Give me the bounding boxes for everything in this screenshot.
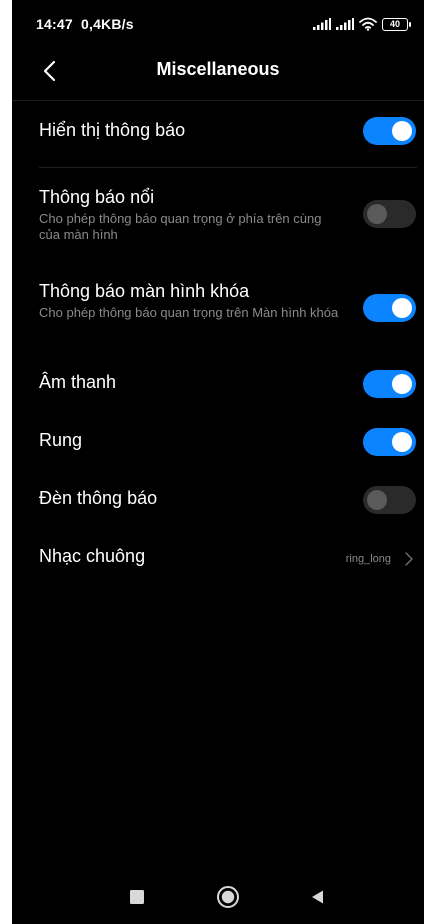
page-title: Miscellaneous xyxy=(156,59,280,79)
setting-row-notification-light[interactable]: Đèn thông báo xyxy=(12,478,424,522)
status-bar: 14:47 0,4KB/s 40 xyxy=(12,0,424,50)
setting-row-sound[interactable]: Âm thanh xyxy=(12,362,424,406)
toggle-knob xyxy=(367,204,387,224)
toggle-knob xyxy=(392,121,412,141)
navigation-bar xyxy=(12,870,424,924)
chevron-right-icon xyxy=(405,552,413,566)
toggle-show-notifications[interactable] xyxy=(363,117,416,145)
setting-subtitle: Cho phép thông báo quan trọng trên Màn h… xyxy=(39,305,339,320)
wifi-icon xyxy=(359,17,377,31)
toggle-knob xyxy=(392,432,412,452)
section-divider xyxy=(39,167,417,168)
toggle-lockscreen-notifications[interactable] xyxy=(363,294,416,322)
back-button[interactable] xyxy=(305,884,331,910)
setting-title: Hiển thị thông báo xyxy=(39,120,186,140)
header-divider xyxy=(12,100,424,101)
status-time: 14:47 0,4KB/s xyxy=(36,16,134,32)
setting-row-ringtone[interactable]: Nhạc chuông ring_long xyxy=(12,536,424,580)
setting-title: Âm thanh xyxy=(39,372,117,392)
setting-row-vibrate[interactable]: Rung xyxy=(12,420,424,464)
signal-icon xyxy=(313,18,331,30)
setting-title: Thông báo màn hình khóa xyxy=(39,281,250,301)
status-clock: 14:47 xyxy=(36,16,73,32)
square-icon xyxy=(130,890,144,904)
app-header: Miscellaneous xyxy=(12,48,424,94)
toggle-knob xyxy=(367,490,387,510)
home-button[interactable] xyxy=(215,884,241,910)
setting-row-show-notifications[interactable]: Hiển thị thông báo xyxy=(12,110,424,154)
setting-subtitle: Cho phép thông báo quan trọng ở phía trê… xyxy=(39,211,322,242)
battery-icon: 40 xyxy=(382,17,411,31)
home-circle-icon xyxy=(217,886,239,908)
toggle-floating-notifications[interactable] xyxy=(363,200,416,228)
toggle-notification-light[interactable] xyxy=(363,486,416,514)
setting-title: Nhạc chuông xyxy=(39,546,146,566)
signal-icon-secondary xyxy=(336,18,354,30)
recent-apps-button[interactable] xyxy=(124,884,150,910)
phone-screen: 14:47 0,4KB/s 40 Miscellaneous Hiển thị … xyxy=(12,0,424,924)
setting-title: Thông báo nổi xyxy=(39,187,155,207)
toggle-sound[interactable] xyxy=(363,370,416,398)
setting-row-floating-notifications[interactable]: Thông báo nổi Cho phép thông báo quan tr… xyxy=(12,180,424,250)
toggle-vibrate[interactable] xyxy=(363,428,416,456)
status-icons: 40 xyxy=(313,14,411,34)
setting-title: Đèn thông báo xyxy=(39,488,158,508)
toggle-knob xyxy=(392,298,412,318)
toggle-knob xyxy=(392,374,412,394)
back-triangle-icon xyxy=(312,890,323,904)
setting-row-lockscreen-notifications[interactable]: Thông báo màn hình khóa Cho phép thông b… xyxy=(12,274,424,344)
setting-title: Rung xyxy=(39,430,83,450)
network-speed: 0,4KB/s xyxy=(81,16,134,32)
ringtone-value: ring_long xyxy=(345,553,391,565)
battery-level: 40 xyxy=(389,18,400,29)
